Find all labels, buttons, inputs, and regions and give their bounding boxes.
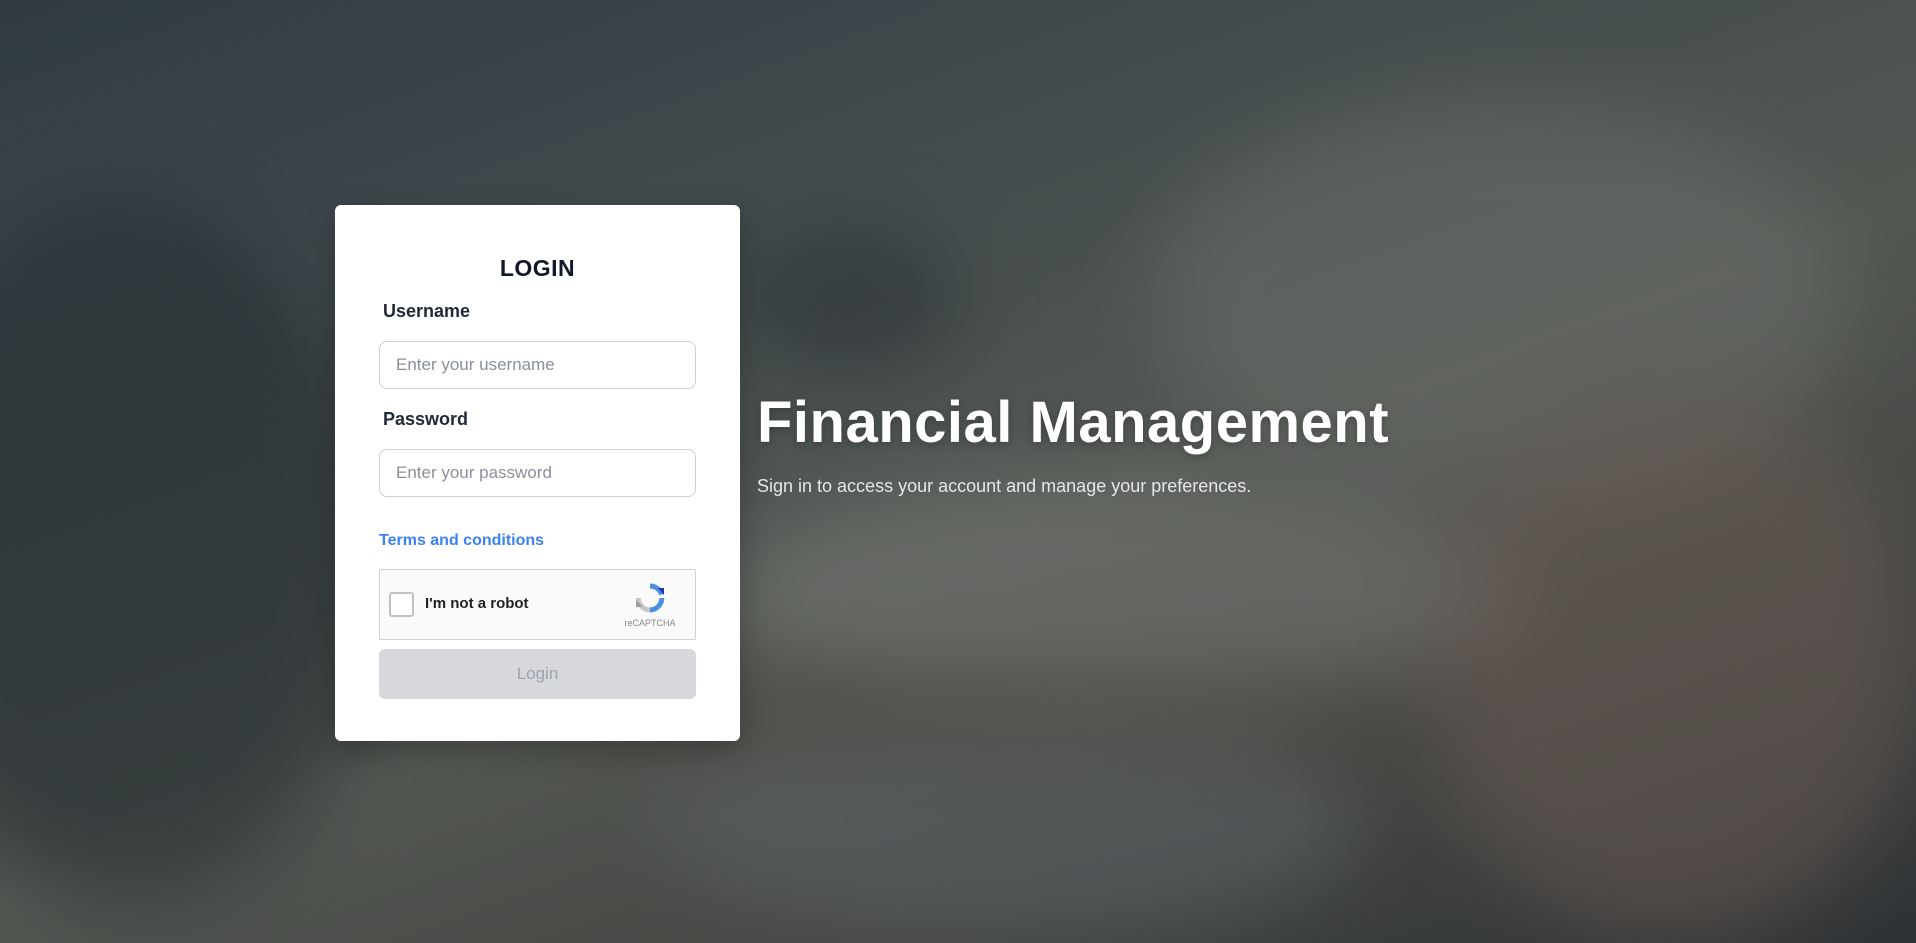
recaptcha-brand: reCAPTCHA [624,618,676,628]
hero-subtitle: Sign in to access your account and manag… [757,476,1252,496]
recaptcha-widget: I'm not a robot reCAPTCHA [379,569,696,640]
hero-title: Financial Management [757,390,1390,455]
username-input[interactable] [379,341,696,389]
login-button[interactable]: Login [379,649,696,699]
recaptcha-label: I'm not a robot [425,595,529,612]
recaptcha-logo-icon [635,583,665,613]
username-label: Username [383,301,471,321]
recaptcha-checkbox[interactable] [389,592,414,617]
background-image [0,0,1916,943]
password-input[interactable] [379,449,696,497]
login-card: LOGIN Username Password Terms and condit… [335,205,740,741]
login-title: LOGIN [499,255,576,281]
terms-and-conditions-link[interactable]: Terms and conditions [379,532,544,550]
password-label: Password [383,409,469,429]
